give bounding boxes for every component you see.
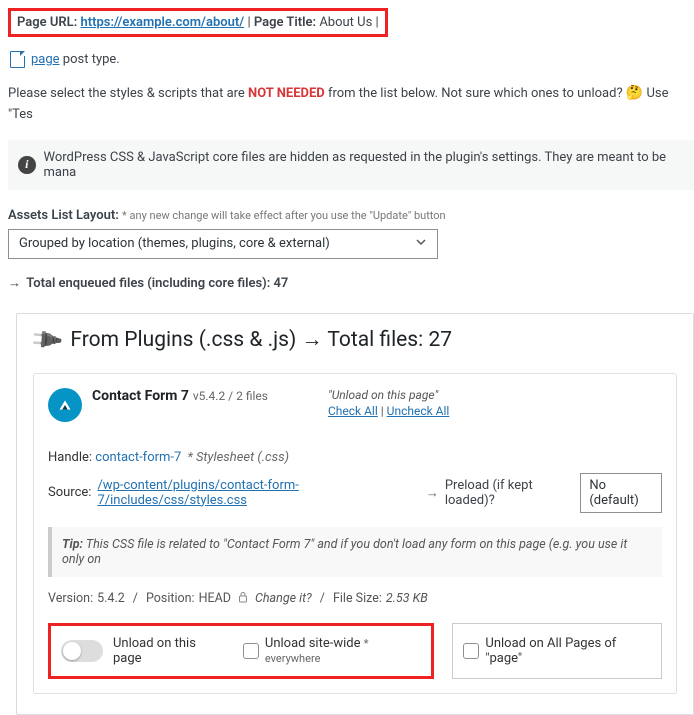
thinking-emoji-icon: 🤔: [626, 85, 643, 101]
instructions: Please select the styles & scripts that …: [8, 82, 694, 126]
plugin-card: Contact Form 7 v5.4.2 / 2 files "Unload …: [33, 373, 677, 694]
post-type-suffix: post type.: [60, 52, 120, 67]
info-icon: i: [18, 156, 36, 174]
version-value: 5.4.2: [97, 591, 125, 606]
plugins-panel: 🔌 From Plugins (.css & .js) → Total file…: [16, 313, 694, 715]
position-value: HEAD: [199, 591, 231, 606]
page-url-box: Page URL: https://example.com/about/ | P…: [8, 8, 388, 37]
total-count: 47: [273, 276, 288, 291]
lock-icon: [237, 591, 249, 607]
post-type-row: page post type.: [10, 51, 694, 68]
page-icon: [10, 51, 25, 68]
preload-label: Preload (if kept loaded)?: [445, 478, 574, 508]
uncheck-all-link[interactable]: Uncheck All: [387, 404, 450, 418]
page-url-label: Page URL:: [17, 15, 77, 30]
plugin-name: Contact Form 7: [92, 388, 189, 404]
panel-title: 🔌 From Plugins (.css & .js) → Total file…: [33, 328, 677, 353]
plugin-logo-icon: [48, 388, 82, 422]
layout-label: Assets List Layout:: [8, 208, 119, 223]
page-title-label: Page Title:: [254, 15, 316, 30]
unload-all-pages-group: Unload on All Pages of "page": [452, 623, 662, 679]
page-url-link[interactable]: https://example.com/about/: [80, 15, 244, 30]
preload-select[interactable]: No (default): [580, 473, 662, 513]
handle-type: * Stylesheet (.css): [187, 450, 289, 465]
unload-page-label: Unload on this page: [113, 636, 223, 666]
unload-highlight-box: Unload on this page Unload site-wide * e…: [48, 623, 434, 679]
unload-sitewide-label: Unload site-wide * everywhere: [265, 636, 422, 666]
change-link[interactable]: Change it?: [255, 591, 312, 606]
tip-box: Tip: This CSS file is related to "Contac…: [48, 527, 662, 577]
layout-selected: Grouped by location (themes, plugins, co…: [19, 236, 330, 251]
unload-all-pages-checkbox[interactable]: [463, 643, 479, 659]
handle-row: Handle: contact-form-7* Stylesheet (.css…: [48, 450, 662, 465]
layout-select[interactable]: Grouped by location (themes, plugins, co…: [8, 229, 438, 259]
page-title-value: About Us: [319, 15, 372, 30]
not-needed-text: NOT NEEDED: [248, 86, 325, 101]
unload-hint: "Unload on this page": [328, 388, 449, 402]
source-link[interactable]: /wp-content/plugins/contact-form-7/inclu…: [97, 478, 419, 508]
info-text: WordPress CSS & JavaScript core files ar…: [44, 150, 685, 180]
unload-page-toggle[interactable]: [61, 640, 103, 662]
source-row: Source: /wp-content/plugins/contact-form…: [48, 473, 662, 513]
plugin-meta: v5.4.2 / 2 files: [190, 389, 268, 403]
chevron-down-icon: [415, 236, 427, 252]
check-all-link[interactable]: Check All: [328, 404, 378, 418]
handle-value: contact-form-7: [95, 450, 181, 465]
unload-all-pages-label: Unload on All Pages of "page": [485, 636, 651, 666]
plug-icon: 🔌: [28, 322, 65, 359]
post-type-link[interactable]: page: [31, 52, 60, 67]
meta-row: Version: 5.4.2 / Position: HEAD Change i…: [48, 591, 662, 607]
info-bar: i WordPress CSS & JavaScript core files …: [8, 140, 694, 190]
total-enqueued: → Total enqueued files (including core f…: [8, 275, 694, 291]
filesize-value: 2.53 KB: [386, 591, 428, 606]
unload-sitewide-checkbox[interactable]: [243, 643, 259, 659]
layout-note: * any new change will take effect after …: [122, 209, 446, 222]
